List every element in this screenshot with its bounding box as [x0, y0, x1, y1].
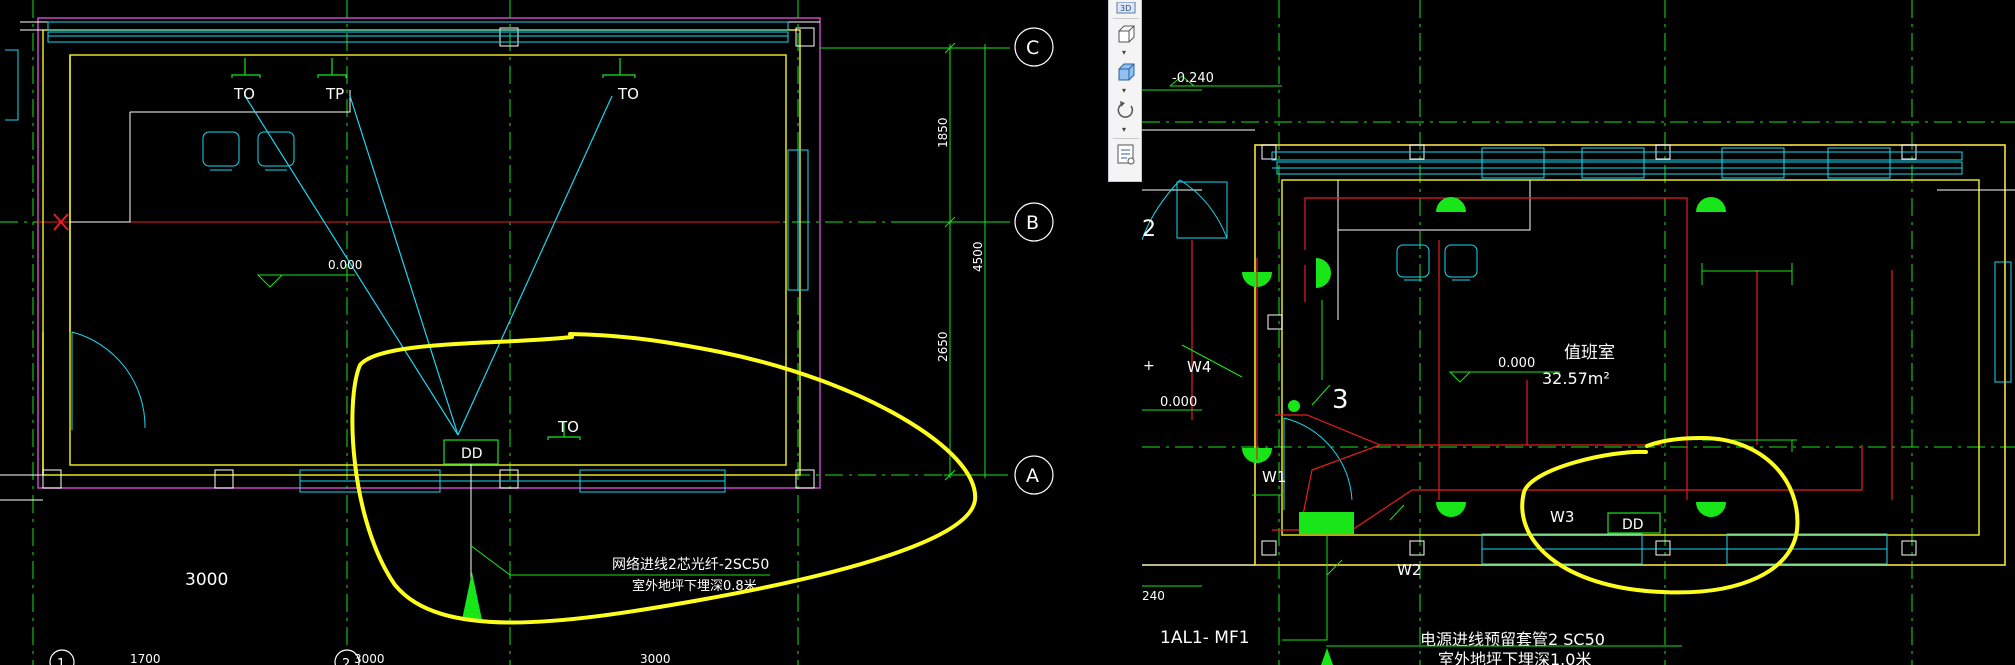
floor-level-left: 0.000 — [328, 258, 362, 272]
door — [71, 331, 146, 430]
axis-c: C — [1026, 37, 1039, 59]
bottom-3000-b: 3000 — [640, 652, 671, 665]
chevron-down-icon[interactable]: ▾ — [1122, 126, 1126, 134]
cable-leader — [469, 544, 511, 576]
top-level: -0.240 — [1172, 71, 1214, 86]
orbit-icon — [1117, 101, 1134, 118]
cable-note-line1: 网络进线2芯光纤-2SC50 — [612, 557, 769, 573]
north-arrow-right — [1321, 648, 1333, 665]
box-iso-button[interactable] — [1113, 60, 1139, 84]
chevron-down-icon[interactable]: ▾ — [1122, 87, 1126, 95]
edge-level: 240 — [1142, 589, 1165, 603]
right-doors — [1142, 179, 1353, 510]
axis-1: 1 — [57, 657, 65, 665]
outlet-to-right: TO — [617, 85, 639, 103]
dim-4500: 4500 — [971, 241, 985, 272]
floor-level-right-1: 0.000 — [1498, 356, 1535, 371]
outlet-boxes — [231, 58, 636, 440]
distribution-panel — [1299, 512, 1354, 534]
box-front-button[interactable] — [1113, 22, 1139, 46]
svg-text:3D: 3D — [1120, 4, 1131, 13]
circuit-w4: W4 — [1187, 358, 1211, 376]
circuit-w2: W2 — [1397, 561, 1421, 579]
right-floor-plan[interactable]: DD -0.240 0.000 0.000 240 值班室 32.57m² W4… — [1142, 0, 2015, 665]
left-floor-plan[interactable]: TO TP TO TO DD 0.000 网络进线2芯光纤-2SC50 室外地坪… — [0, 0, 1108, 665]
3d-view-button[interactable]: 3D — [1113, 0, 1139, 16]
room-area: 32.57m² — [1542, 369, 1610, 388]
panel-label: 1AL1- MF1 — [1160, 628, 1250, 648]
walls — [42, 29, 801, 476]
circuit-w1: W1 — [1262, 468, 1286, 486]
wall-segments — [0, 21, 820, 501]
box-front-icon — [1118, 25, 1135, 43]
dd-label-right: DD — [1622, 517, 1644, 533]
bottom-3000-a: 3000 — [354, 652, 385, 665]
dim-1850: 1850 — [936, 117, 950, 148]
orbit-button[interactable] — [1113, 98, 1139, 122]
chevron-down-icon[interactable]: ▾ — [1122, 49, 1126, 57]
bottom-1700: 1700 — [130, 652, 161, 665]
3d-view-icon: 3D — [1116, 2, 1136, 14]
axis-2: 2 — [342, 657, 350, 665]
properties-icon — [1117, 144, 1135, 165]
view-toolbar: 3D ▾ ▾ ▾ — [1108, 0, 1142, 182]
dd-label-left: DD — [461, 446, 483, 462]
plus-mark: + — [1143, 358, 1155, 374]
axis-b: B — [1026, 212, 1039, 234]
plan-boundary — [37, 17, 821, 489]
circuit-w3: W3 — [1550, 508, 1574, 526]
box-iso-icon — [1118, 63, 1135, 81]
axis-a: A — [1026, 465, 1039, 487]
outlet-tp: TP — [325, 85, 344, 103]
green-wiring — [1181, 263, 1797, 641]
outlet-to-left: TO — [233, 85, 255, 103]
floor-level-right-2: 0.000 — [1160, 395, 1197, 410]
edge-mark: 2 — [1142, 217, 1156, 242]
switch-mark: 3 — [1332, 385, 1349, 415]
properties-button[interactable] — [1113, 142, 1139, 166]
windows — [5, 21, 809, 493]
level-symbol — [256, 274, 355, 288]
network-leaders — [244, 95, 613, 436]
room-name: 值班室 — [1564, 343, 1615, 363]
span-3000: 3000 — [185, 570, 228, 590]
power-note-line2: 室外地坪下埋深1.0米 — [1438, 650, 1591, 665]
outlet-to-bottom: TO — [557, 418, 579, 436]
dim-2650: 2650 — [936, 331, 950, 362]
north-arrow — [462, 572, 482, 620]
